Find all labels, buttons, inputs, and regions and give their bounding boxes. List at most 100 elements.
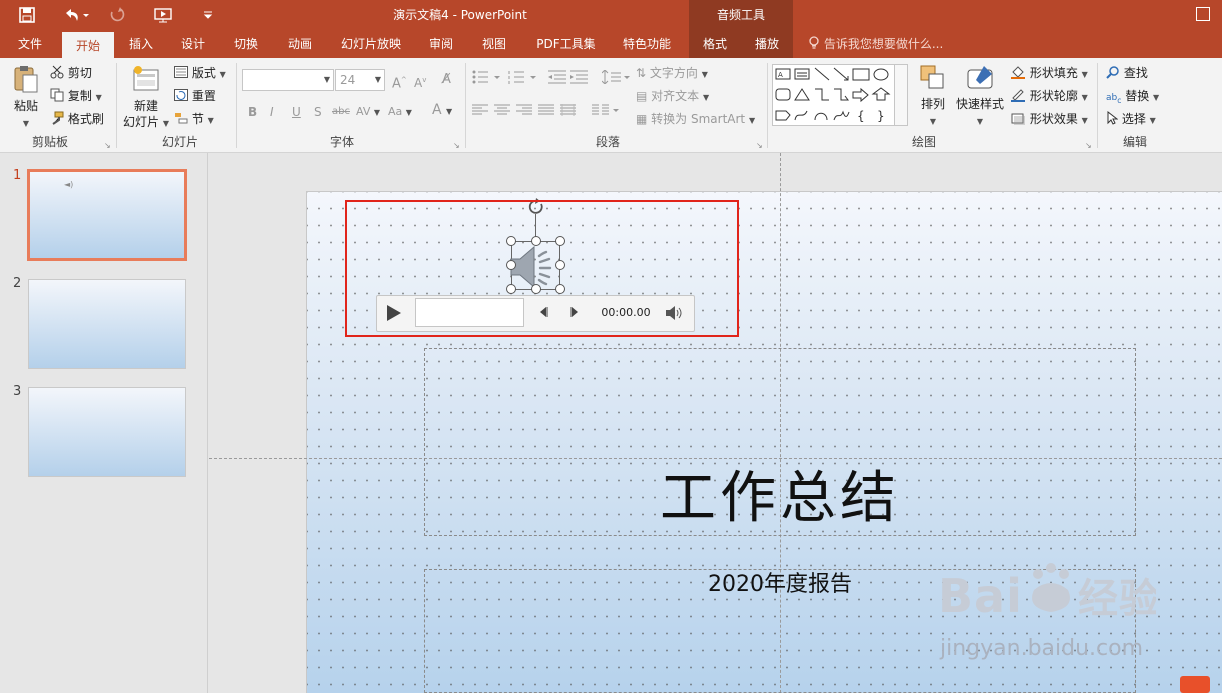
layout-icon bbox=[174, 66, 192, 80]
decrease-indent-icon[interactable] bbox=[548, 70, 566, 88]
tab-slideshow[interactable]: 幻灯片放映 bbox=[334, 30, 408, 58]
align-text-button[interactable]: ▤ 对齐文本 ▼ bbox=[636, 88, 709, 106]
clear-formatting-icon[interactable]: A̸ bbox=[442, 72, 451, 88]
clipboard-group-label: 剪贴板 bbox=[31, 135, 68, 149]
paragraph-group-label: 段落 bbox=[595, 135, 620, 149]
cut-button[interactable]: 剪切 bbox=[50, 65, 92, 81]
scissors-icon bbox=[50, 65, 68, 80]
reset-button[interactable]: 重置 bbox=[174, 88, 216, 104]
pen-icon bbox=[1010, 89, 1030, 103]
baidu-watermark-logo: Bai 经验 bbox=[938, 560, 1159, 641]
shape-outline-label: 形状轮廓 bbox=[1029, 89, 1078, 103]
find-button[interactable]: 查找 bbox=[1106, 65, 1148, 81]
slideshow-from-start-icon[interactable] bbox=[150, 0, 176, 30]
sogou-ime-icon[interactable] bbox=[1180, 676, 1210, 693]
tab-insert[interactable]: 插入 bbox=[120, 30, 162, 58]
text-direction-icon: ⇅ bbox=[636, 66, 647, 80]
section-button[interactable]: 节 ▼ bbox=[174, 111, 214, 129]
shadow-icon[interactable]: S bbox=[314, 104, 322, 120]
replace-icon: abc bbox=[1106, 93, 1122, 105]
audio-tools-context-label: 音频工具 bbox=[689, 0, 793, 30]
tab-review[interactable]: 审阅 bbox=[420, 30, 462, 58]
tab-design[interactable]: 设计 bbox=[172, 30, 214, 58]
slide-thumbnail-3[interactable] bbox=[28, 387, 186, 477]
bullets-icon[interactable] bbox=[472, 70, 502, 88]
align-center-icon[interactable] bbox=[494, 104, 510, 120]
increase-indent-icon[interactable] bbox=[570, 70, 588, 88]
underline-icon[interactable]: U bbox=[292, 104, 301, 120]
tab-animations[interactable]: 动画 bbox=[279, 30, 321, 58]
columns-icon[interactable] bbox=[592, 104, 620, 120]
tab-view[interactable]: 视图 bbox=[473, 30, 515, 58]
font-size-select[interactable]: 24 ▼ bbox=[335, 69, 385, 91]
format-painter-button[interactable]: 格式刷 bbox=[50, 111, 104, 127]
lightbulb-icon bbox=[808, 36, 824, 51]
align-left-icon[interactable] bbox=[472, 104, 488, 120]
copy-label: 复制 bbox=[67, 89, 92, 103]
copy-button[interactable]: 复制 ▼ bbox=[50, 88, 102, 106]
reset-label: 重置 bbox=[191, 89, 216, 103]
bold-icon[interactable]: B bbox=[248, 104, 257, 120]
slide-thumbnail-1[interactable]: ◄) bbox=[27, 169, 187, 261]
slide-number: 2 bbox=[13, 276, 22, 291]
quick-styles-label: 快速样式 bbox=[955, 97, 1004, 111]
group-divider bbox=[767, 63, 768, 148]
undo-icon[interactable] bbox=[58, 0, 94, 30]
format-painter-label: 格式刷 bbox=[67, 112, 104, 126]
title-bar bbox=[0, 0, 1222, 30]
drawing-launcher-icon[interactable]: ↘ bbox=[1085, 138, 1092, 154]
layout-button[interactable]: 版式 ▼ bbox=[174, 65, 226, 83]
shape-fill-button[interactable]: 形状填充 ▼ bbox=[1010, 65, 1088, 83]
paragraph-launcher-icon[interactable]: ↘ bbox=[756, 138, 763, 154]
tab-playback[interactable]: 播放 bbox=[746, 30, 788, 58]
replace-label: 替换 bbox=[1125, 89, 1150, 103]
italic-icon[interactable]: I bbox=[270, 104, 274, 120]
arrange-button[interactable]: 排列 ▼ bbox=[918, 64, 948, 130]
distributed-icon[interactable] bbox=[560, 104, 576, 120]
tab-pdf-tools[interactable]: PDF工具集 bbox=[530, 30, 602, 58]
justify-icon[interactable] bbox=[538, 104, 554, 120]
change-case-icon[interactable]: Aa ▼ bbox=[388, 104, 412, 121]
svg-text:Bai: Bai bbox=[938, 569, 1023, 623]
save-icon[interactable] bbox=[16, 0, 38, 30]
shapes-gallery[interactable]: A { } bbox=[772, 64, 908, 126]
select-button[interactable]: 选择 ▼ bbox=[1106, 110, 1156, 129]
line-spacing-icon[interactable] bbox=[601, 69, 630, 88]
search-icon bbox=[1106, 66, 1124, 80]
group-divider bbox=[1097, 63, 1098, 148]
slide-thumbnail-2[interactable] bbox=[28, 279, 186, 369]
increase-font-icon[interactable]: A^ bbox=[392, 72, 407, 92]
replace-button[interactable]: abc 替换 ▼ bbox=[1106, 88, 1159, 109]
chevron-down-icon: ▼ bbox=[374, 75, 381, 84]
tab-file[interactable]: 文件 bbox=[8, 30, 52, 58]
numbering-icon[interactable] bbox=[508, 70, 538, 88]
customize-qat-icon[interactable] bbox=[200, 0, 216, 30]
font-name-select[interactable]: ▼ bbox=[242, 69, 334, 91]
tab-special-features[interactable]: 特色功能 bbox=[614, 30, 680, 58]
layout-label: 版式 bbox=[191, 66, 216, 80]
shape-effects-button[interactable]: 形状效果 ▼ bbox=[1010, 111, 1088, 129]
tab-home[interactable]: 开始 bbox=[62, 30, 114, 58]
text-direction-button[interactable]: ⇅ 文字方向 ▼ bbox=[636, 65, 708, 83]
slide-title[interactable]: 工作总结 bbox=[424, 463, 1136, 535]
strikethrough-icon[interactable]: abc bbox=[332, 104, 350, 120]
font-launcher-icon[interactable]: ↘ bbox=[453, 138, 460, 154]
shape-outline-button[interactable]: 形状轮廓 ▼ bbox=[1010, 88, 1088, 106]
font-color-icon[interactable]: A ▼ bbox=[432, 102, 452, 120]
tab-transitions[interactable]: 切换 bbox=[225, 30, 267, 58]
quick-styles-button[interactable]: 快速样式 ▼ bbox=[954, 64, 1006, 130]
paste-button[interactable]: 粘贴 ▼ bbox=[8, 64, 44, 132]
ribbon-display-options-icon[interactable] bbox=[1196, 7, 1210, 21]
group-divider bbox=[465, 63, 466, 148]
clipboard-launcher-icon[interactable]: ↘ bbox=[104, 138, 111, 154]
decrease-font-icon[interactable]: Av bbox=[414, 72, 426, 91]
redo-icon[interactable] bbox=[106, 0, 128, 30]
character-spacing-icon[interactable]: AV ▼ bbox=[356, 104, 380, 121]
new-slide-button[interactable]: 新建 幻灯片 ▼ bbox=[122, 64, 170, 132]
shapes-gallery-scroll[interactable] bbox=[894, 64, 908, 126]
convert-smartart-button[interactable]: ▦ 转换为 SmartArt ▼ bbox=[636, 111, 755, 129]
slide-number: 3 bbox=[13, 384, 22, 399]
tab-format[interactable]: 格式 bbox=[694, 30, 736, 58]
align-right-icon[interactable] bbox=[516, 104, 532, 120]
tell-me-search[interactable]: 告诉我您想要做什么... bbox=[808, 30, 943, 58]
